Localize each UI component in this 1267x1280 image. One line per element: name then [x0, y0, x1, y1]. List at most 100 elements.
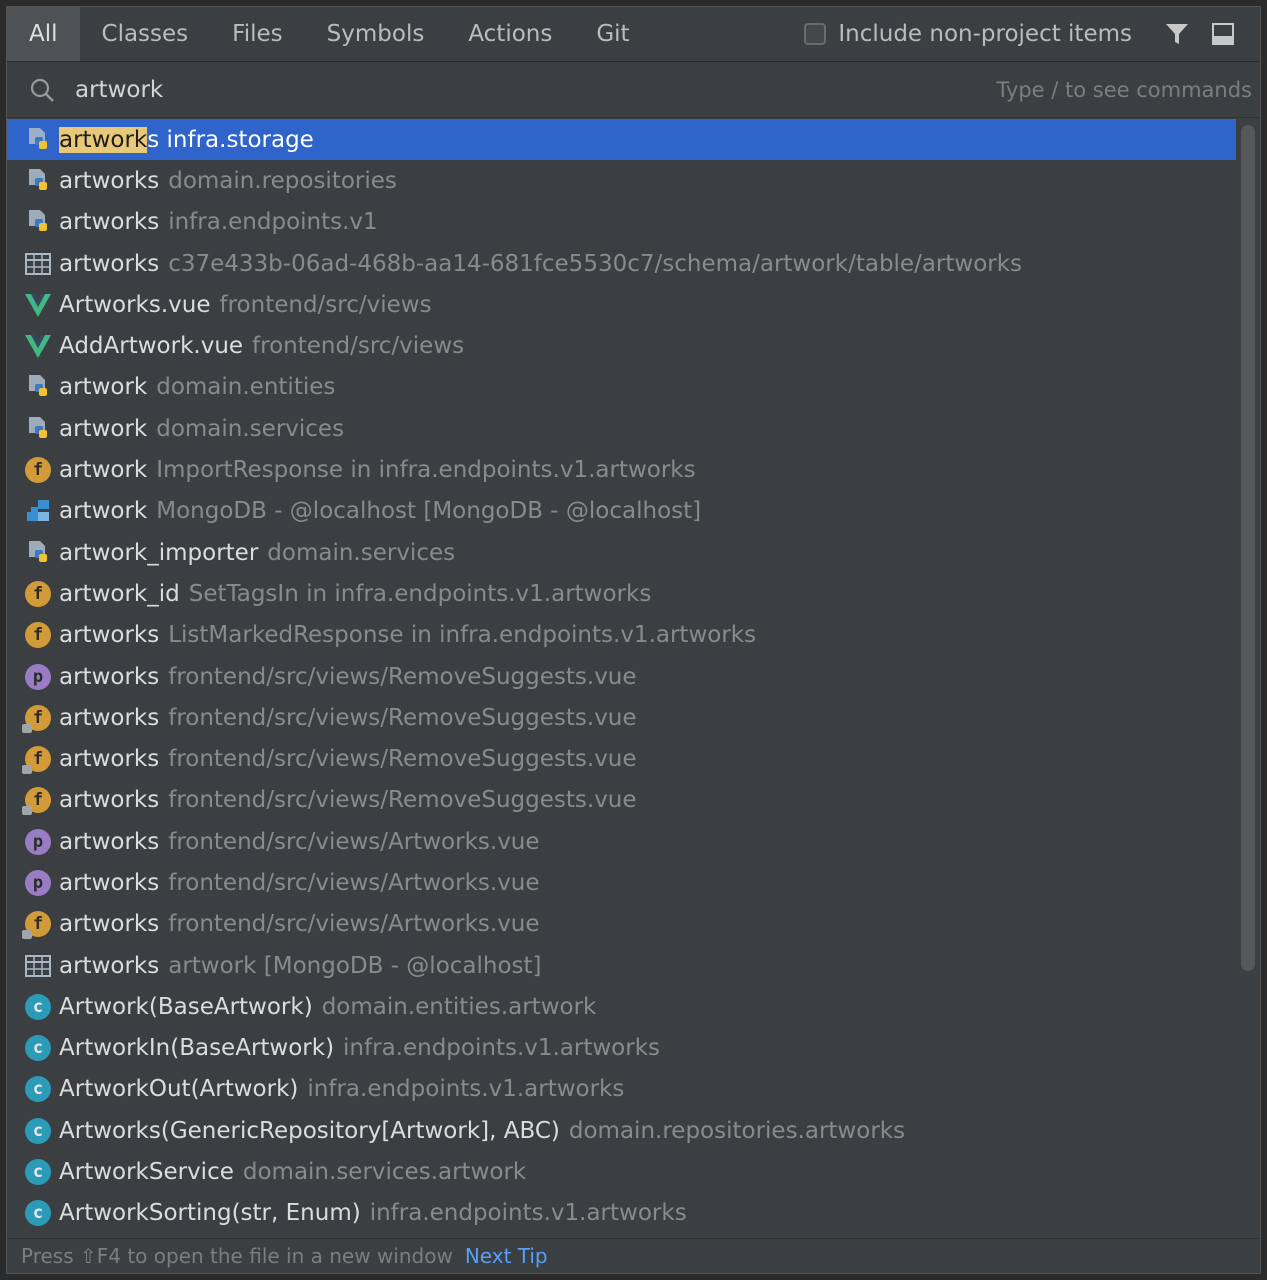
tab-actions[interactable]: Actions	[446, 7, 574, 61]
item-location: ImportResponse in infra.endpoints.v1.art…	[156, 457, 696, 484]
database-icon	[23, 496, 53, 526]
item-name: artworks	[59, 828, 160, 855]
list-item[interactable]: c ArtworkService domain.services.artwork	[7, 1151, 1260, 1192]
list-item[interactable]: c ArtworkOut(Artwork) infra.endpoints.v1.a…	[7, 1069, 1260, 1110]
list-item[interactable]: p artworks frontend/src/views/RemoveSugges…	[7, 656, 1260, 697]
item-name: ArtworkService	[59, 1159, 234, 1186]
list-item[interactable]: artwork_importer domain.services	[7, 532, 1260, 573]
list-item[interactable]: c ArtworkSorting(str, Enum) infra.endpoint…	[7, 1193, 1260, 1234]
vue-icon	[23, 331, 53, 361]
list-item[interactable]: f artworks ListMarkedResponse in infra.end…	[7, 615, 1260, 656]
item-name: artworks	[59, 787, 160, 814]
list-item[interactable]: p artworks frontend/src/views/Artworks.vue	[7, 821, 1260, 862]
item-location: frontend/src/views/RemoveSuggests.vue	[168, 663, 637, 690]
tab-bar: All Classes Files Symbols Actions Git In…	[7, 7, 1260, 62]
include-non-project-label: Include non-project items	[838, 21, 1132, 47]
field-locked-icon: f	[22, 744, 53, 775]
item-name: artworks	[59, 250, 160, 277]
list-item[interactable]: f artwork ImportResponse in infra.endpoint…	[7, 449, 1260, 490]
item-name: artworks	[59, 911, 160, 938]
field-icon: f	[23, 620, 53, 650]
item-name: Artworks(GenericRepository[Artwork], ABC…	[59, 1117, 560, 1144]
item-location: domain.services.artwork	[242, 1159, 527, 1186]
item-name: artwork	[59, 415, 148, 442]
item-name: ArtworkSorting(str, Enum)	[59, 1200, 361, 1227]
item-location: frontend/src/views/Artworks.vue	[168, 911, 540, 938]
status-bar: Press ⇧F4 to open the file in a new wind…	[7, 1238, 1260, 1273]
item-location: infra.endpoints.v1.artworks	[343, 1035, 661, 1062]
field-locked-icon: f	[22, 703, 53, 733]
search-icon	[29, 76, 57, 104]
next-tip-link[interactable]: Next Tip	[465, 1244, 548, 1268]
list-item[interactable]: artworks infra.endpoints.v1	[7, 202, 1260, 243]
search-row: Type / to see commands	[7, 62, 1260, 118]
list-item[interactable]: artwork MongoDB - @localhost [MongoDB - @…	[7, 491, 1260, 532]
tab-git[interactable]: Git	[574, 7, 651, 61]
list-item[interactable]: p artworks frontend/src/views/Artworks.vue	[7, 862, 1260, 903]
item-location: c37e433b-06ad-468b-aa14-681fce5530c7/sch…	[168, 250, 1023, 277]
list-item[interactable]: c Artworks(GenericRepository[Artwork], AB…	[7, 1110, 1260, 1151]
open-in-tool-window-icon[interactable]	[1208, 19, 1238, 49]
search-everywhere-popup: All Classes Files Symbols Actions Git In…	[6, 6, 1261, 1274]
list-item[interactable]: artworks c37e433b-06ad-468b-aa14-681fce55…	[7, 243, 1260, 284]
match-highlight: artwork	[59, 126, 148, 153]
list-item[interactable]: c Artwork(BaseArtwork) domain.entities.art…	[7, 986, 1260, 1027]
item-location: domain.entities.artwork	[321, 993, 597, 1020]
list-item[interactable]: f artworks frontend/src/views/RemoveSugges…	[7, 697, 1260, 738]
class-icon: c	[23, 1157, 53, 1187]
item-location: domain.repositories	[168, 167, 397, 194]
list-item[interactable]: c ArtworkIn(BaseArtwork) infra.endpoints.v…	[7, 1028, 1260, 1069]
list-item[interactable]: artworks domain.repositories	[7, 160, 1260, 201]
list-item[interactable]: f artwork_id SetTagsIn in infra.endpoints.…	[7, 573, 1260, 614]
list-item[interactable]: AddArtwork.vue frontend/src/views	[7, 325, 1260, 366]
item-name: artworks	[59, 704, 160, 731]
include-non-project-checkbox[interactable]	[804, 23, 827, 45]
tab-files[interactable]: Files	[210, 7, 304, 61]
list-item[interactable]: f artworks frontend/src/views/RemoveSugges…	[7, 738, 1260, 779]
vue-icon	[23, 290, 53, 320]
list-item[interactable]: artwork domain.entities	[7, 367, 1260, 408]
item-location: frontend/src/views	[252, 333, 465, 360]
item-name: artworks	[59, 869, 160, 896]
tip-text: Press ⇧F4 to open the file in a new wind…	[21, 1244, 453, 1268]
item-name: artwork	[59, 457, 148, 484]
item-name: artwork_importer	[59, 539, 259, 566]
class-icon: c	[23, 1116, 53, 1146]
item-name: artwork	[59, 374, 148, 401]
item-name: artworks	[59, 663, 160, 690]
property-icon: p	[23, 827, 53, 857]
scrollbar[interactable]	[1241, 125, 1255, 971]
item-name: AddArtwork.vue	[59, 333, 244, 360]
class-icon: c	[23, 992, 53, 1022]
item-location: frontend/src/views	[219, 291, 432, 318]
python-file-icon	[23, 372, 53, 402]
class-icon: c	[23, 1198, 53, 1228]
tab-all[interactable]: All	[7, 7, 80, 61]
field-locked-icon: f	[22, 785, 53, 816]
filter-icon[interactable]	[1162, 19, 1192, 49]
item-location: domain.services	[267, 539, 456, 566]
field-locked-icon: f	[22, 909, 53, 940]
python-file-icon	[23, 166, 53, 196]
item-location: MongoDB - @localhost [MongoDB - @localho…	[156, 498, 702, 525]
search-input[interactable]	[75, 76, 675, 103]
item-location: frontend/src/views/Artworks.vue	[168, 869, 540, 896]
item-name: artworks	[59, 952, 160, 979]
tab-symbols[interactable]: Symbols	[305, 7, 447, 61]
tab-classes[interactable]: Classes	[80, 7, 211, 61]
item-name: Artworks.vue	[59, 291, 211, 318]
python-file-icon	[23, 414, 53, 444]
item-location: domain.repositories.artworks	[568, 1117, 906, 1144]
field-icon: f	[23, 579, 53, 609]
list-item[interactable]: artworks artwork [MongoDB - @localhost]	[7, 945, 1260, 986]
list-item[interactable]: Artworks.vue frontend/src/views	[7, 284, 1260, 325]
list-item-selected[interactable]: artworks infra.storage	[7, 119, 1236, 161]
list-item[interactable]: f artworks frontend/src/views/RemoveSugges…	[7, 780, 1260, 821]
list-item[interactable]: f artworks frontend/src/views/Artworks.vue	[7, 904, 1260, 945]
item-location: frontend/src/views/RemoveSuggests.vue	[168, 746, 637, 773]
item-name: Artwork(BaseArtwork)	[59, 993, 313, 1020]
list-item[interactable]: artwork domain.services	[7, 408, 1260, 449]
field-icon: f	[23, 455, 53, 485]
python-file-icon	[23, 125, 53, 155]
item-name: artwork	[59, 498, 148, 525]
